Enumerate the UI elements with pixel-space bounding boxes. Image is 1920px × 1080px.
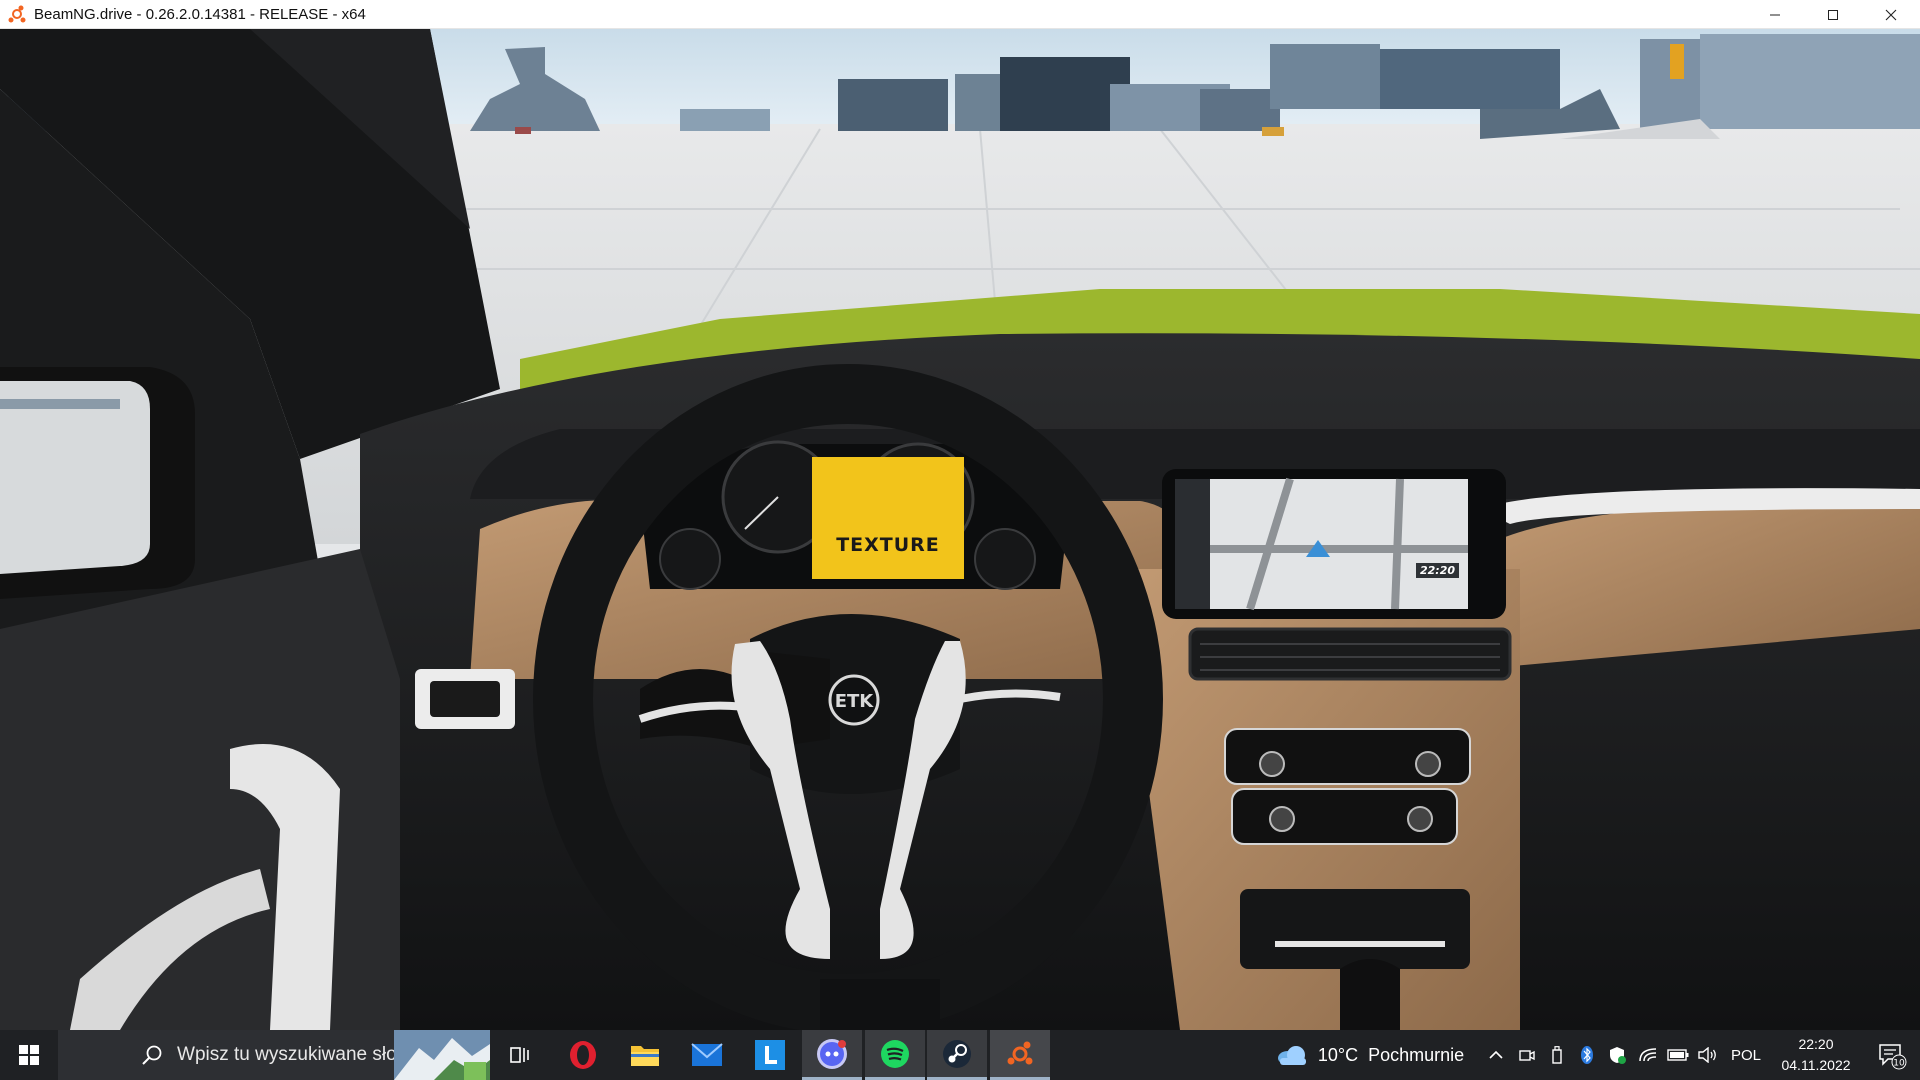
close-icon [1885,9,1897,20]
speaker-icon [1698,1047,1716,1063]
taskbar-steam[interactable] [927,1030,987,1080]
windows-logo-icon [19,1045,39,1065]
window-title-bar[interactable]: BeamNG.drive - 0.26.2.0.14381 - RELEASE … [0,0,1920,29]
notification-icon: 10 [1879,1044,1907,1070]
game-viewport[interactable]: ETK TEXTURE 22:20 [0,29,1920,1030]
taskbar-discord[interactable] [802,1030,862,1080]
steering-badge: ETK [835,691,875,712]
notification-count: 10 [1893,1059,1905,1069]
task-view-button[interactable] [490,1030,550,1080]
maximize-button[interactable] [1804,0,1862,29]
spotify-icon [881,1039,909,1068]
close-button[interactable] [1862,0,1920,29]
tray-security[interactable] [1604,1030,1630,1080]
door-panel [0,549,400,1030]
taskbar: Wpisz tu wyszukiwane słowa 10°C Pochmurn… [0,1030,1920,1080]
cloud-icon [1277,1046,1306,1065]
clock[interactable]: 22:20 04.11.2022 [1772,1030,1860,1080]
taskbar-mail[interactable] [677,1030,737,1080]
taskbar-beamng[interactable] [990,1030,1050,1080]
taskbar-file-explorer[interactable] [615,1030,675,1080]
weather-widget[interactable]: 10°C Pochmurnie [1272,1030,1468,1080]
bluetooth-icon [1581,1046,1593,1064]
tray-wifi[interactable] [1634,1030,1662,1080]
notification-center-button[interactable]: 10 [1864,1030,1920,1080]
weather-desc: Pochmurnie [1368,1044,1465,1065]
search-icon [142,1045,162,1065]
camera-icon [1519,1050,1535,1061]
folder-icon [631,1046,659,1066]
clock-date: 04.11.2022 [1781,1057,1851,1073]
opera-icon [570,1041,596,1069]
usb-icon [1552,1046,1562,1064]
language-indicator[interactable]: POL [1726,1030,1766,1080]
beamng-app-icon [8,5,26,23]
tray-volume[interactable] [1694,1030,1722,1080]
taskbar-l-app[interactable] [740,1030,800,1080]
tray-bluetooth[interactable] [1574,1030,1600,1080]
taskbar-opera[interactable] [553,1030,613,1080]
steam-icon [943,1039,971,1068]
discord-icon [817,1038,847,1069]
maximize-icon [1828,9,1838,20]
tray-usb[interactable] [1544,1030,1570,1080]
infotainment-screen [1162,469,1506,619]
search-box[interactable]: Wpisz tu wyszukiwane słowa [58,1030,490,1080]
search-highlight-image [394,1030,490,1080]
battery-icon [1667,1049,1689,1061]
chevron-up-icon [1489,1050,1503,1059]
search-placeholder: Wpisz tu wyszukiwane słowa [177,1044,421,1065]
window-title: BeamNG.drive - 0.26.2.0.14381 - RELEASE … [34,5,366,23]
wifi-icon [1639,1048,1657,1062]
mail-icon [691,1043,723,1066]
taskbar-spotify[interactable] [865,1030,925,1080]
center-vents [1188,627,1512,681]
language-label: POL [1730,1046,1761,1064]
missing-texture-overlay: TEXTURE [812,457,964,579]
show-hidden-icons-button[interactable] [1484,1030,1508,1080]
texture-label: TEXTURE [836,534,940,556]
nav-clock: 22:20 [1416,563,1460,578]
minimize-button[interactable] [1746,0,1804,29]
beamng-icon [1007,1041,1033,1064]
clock-time: 22:20 [1798,1036,1834,1052]
l-app-icon [755,1040,785,1070]
minimize-icon [1770,14,1780,15]
tray-meet-now[interactable] [1514,1030,1540,1080]
tray-battery[interactable] [1664,1030,1692,1080]
task-view-icon [510,1047,529,1063]
start-button[interactable] [0,1030,58,1080]
shield-icon [1610,1047,1626,1064]
weather-temp: 10°C [1317,1044,1359,1065]
